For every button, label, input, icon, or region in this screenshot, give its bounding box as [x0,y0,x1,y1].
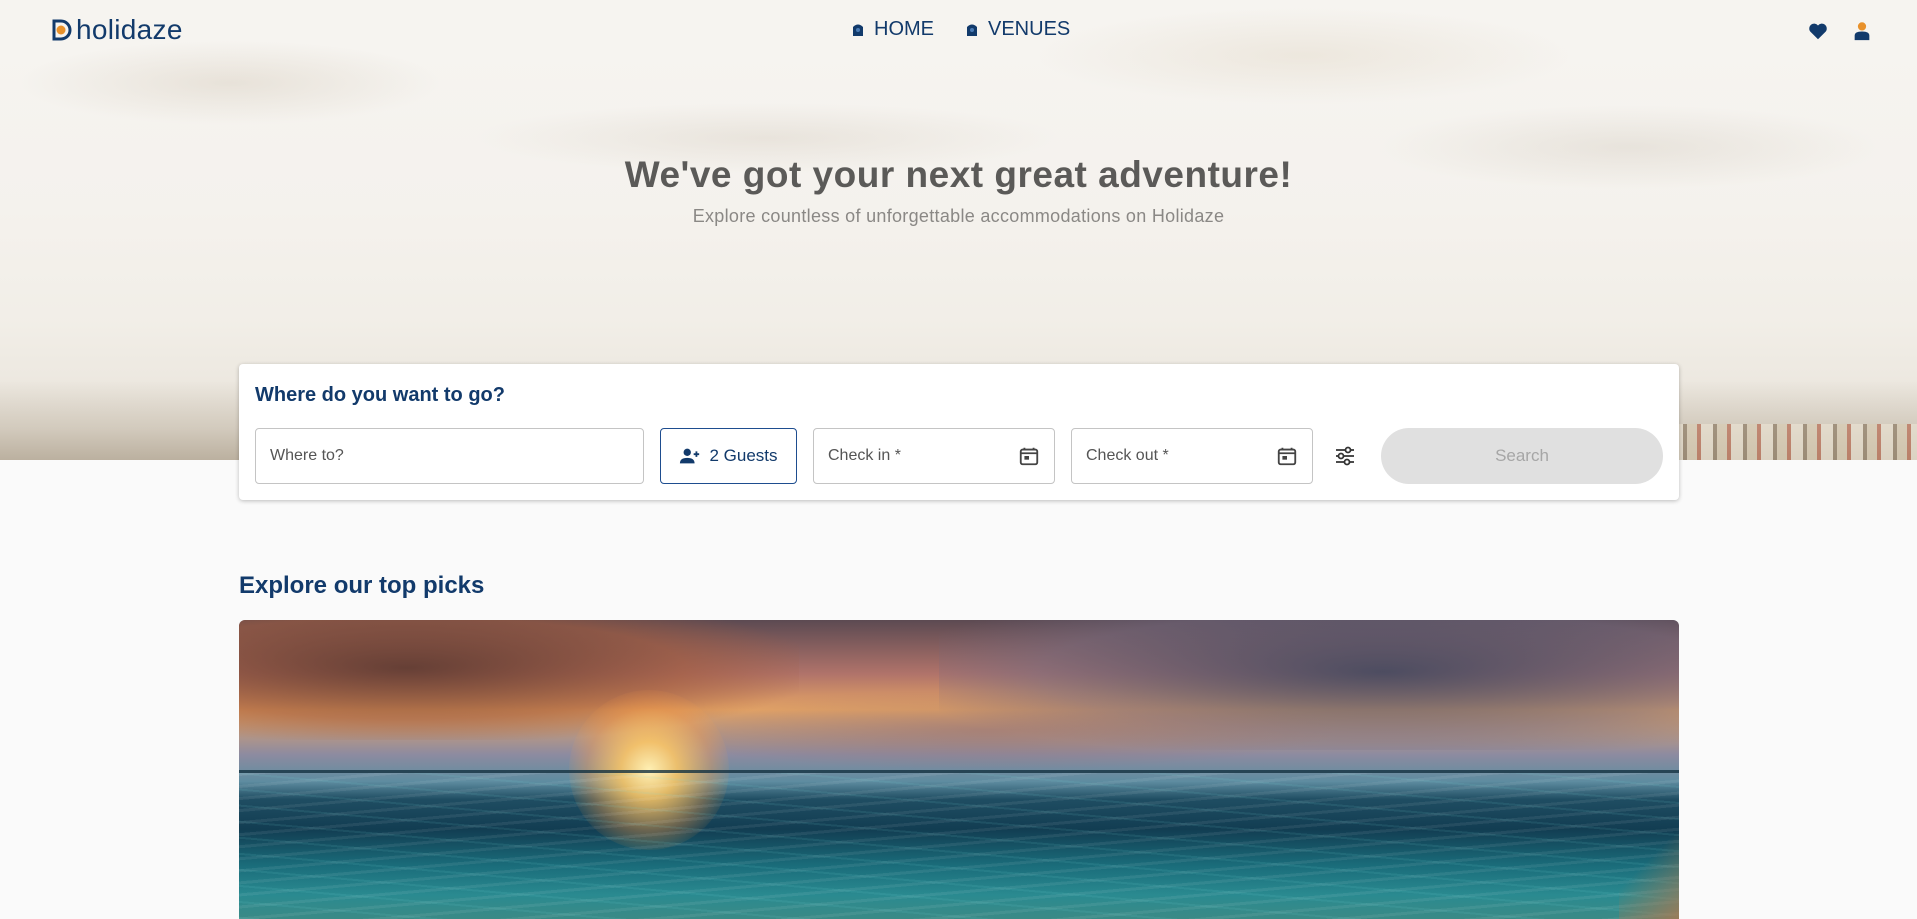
favorites-button[interactable] [1807,20,1829,46]
top-nav: holidaze HOME VENUES [0,0,1917,62]
hero-title: We've got your next great adventure! [624,154,1293,195]
main-nav: HOME VENUES [850,18,1070,41]
nav-actions [1807,20,1873,46]
search-card: Where do you want to go? Where to? 2 Gue… [239,364,1679,500]
profile-button[interactable] [1851,20,1873,46]
brand-logo[interactable]: holidaze [50,14,183,46]
logo-mark-icon [50,18,72,42]
calendar-icon[interactable] [1018,445,1040,467]
venues-badge-icon [967,24,977,36]
brand-name: holidaze [76,14,183,45]
calendar-icon[interactable] [1276,445,1298,467]
nav-venues[interactable]: VENUES [964,18,1070,41]
image-sand [1619,829,1679,919]
person-add-icon [680,448,700,464]
checkin-label: Check in * [828,447,901,464]
guests-button[interactable]: 2 Guests [660,428,797,484]
hero-subtitle: Explore countless of unforgettable accom… [692,206,1225,226]
sliders-icon [1336,446,1354,466]
user-icon [1854,22,1870,41]
guests-label: 2 Guests [709,446,778,465]
image-cloud [639,690,1339,770]
nav-home[interactable]: HOME [850,18,934,41]
filters-button[interactable] [1331,442,1359,470]
nav-venues-label: VENUES [988,18,1071,40]
checkin-field[interactable]: Check in * [813,428,1055,484]
search-button[interactable]: Search [1381,428,1663,484]
destination-placeholder: Where to? [270,447,344,464]
nav-home-label: HOME [874,18,934,40]
search-title: Where do you want to go? [255,384,505,406]
heart-icon [1809,23,1827,40]
checkout-field[interactable]: Check out * [1071,428,1313,484]
home-badge-icon [853,24,863,36]
checkout-label: Check out * [1086,447,1169,464]
top-pick-image[interactable] [239,620,1679,919]
top-picks-title: Explore our top picks [239,572,485,599]
image-waves [239,773,1679,919]
destination-input[interactable]: Where to? [255,428,644,484]
hero-town [1657,424,1917,460]
